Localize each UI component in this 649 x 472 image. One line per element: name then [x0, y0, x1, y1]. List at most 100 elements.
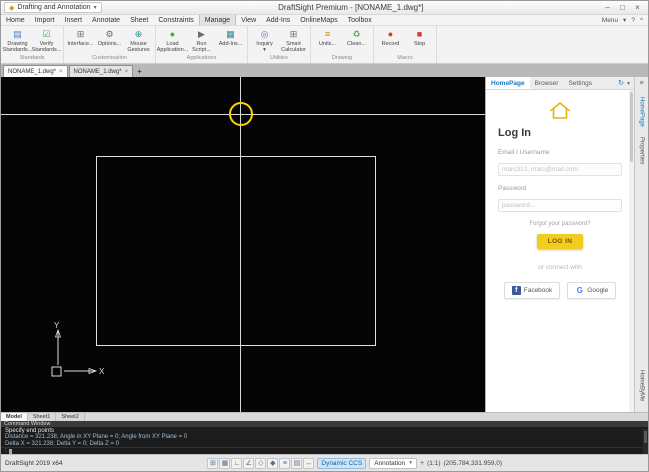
- stop-icon: ■: [416, 29, 423, 39]
- palette-tab-homebyme[interactable]: HomeByMe: [639, 365, 645, 406]
- draftsight-window: ◆ Drafting and Annotation ▾ DraftSight P…: [0, 0, 649, 472]
- menu-insert[interactable]: Insert: [60, 15, 88, 25]
- chevron-down-icon[interactable]: ▾: [627, 80, 630, 87]
- ribbon: ▤ Drawing Standards... ☑ Verify Standard…: [1, 26, 648, 64]
- doc-tab-2[interactable]: NONAME_1.dwg* ×: [68, 65, 134, 77]
- chevron-down-icon[interactable]: ▾: [623, 16, 626, 24]
- menu-addins[interactable]: Add-Ins: [261, 15, 295, 25]
- help-icon[interactable]: ?: [631, 17, 635, 24]
- close-button[interactable]: ×: [630, 3, 645, 12]
- text-cursor: [8, 448, 12, 454]
- menu-onlinemaps[interactable]: OnlineMaps: [295, 15, 342, 25]
- menu-view[interactable]: View: [236, 15, 261, 25]
- units-button[interactable]: ≡ Units...: [313, 27, 342, 48]
- collapse-ribbon-icon[interactable]: ^: [640, 17, 643, 24]
- clean-button[interactable]: ♻ Clean...: [342, 27, 371, 48]
- panel-scrollbar[interactable]: [629, 90, 634, 412]
- menu-constraints[interactable]: Constraints: [153, 15, 198, 25]
- ribbon-group-standards: ▤ Drawing Standards... ☑ Verify Standard…: [1, 26, 64, 63]
- close-icon[interactable]: ×: [59, 69, 63, 75]
- command-scrollbar[interactable]: [643, 429, 648, 454]
- snap-icon[interactable]: ⊞: [207, 457, 219, 469]
- palette-tab-homepage[interactable]: HomePage: [639, 92, 645, 132]
- palette-tab-properties[interactable]: Properties: [639, 132, 645, 169]
- sync-icon[interactable]: ↻: [618, 79, 624, 87]
- google-icon: G: [576, 286, 583, 295]
- menu-sheet[interactable]: Sheet: [125, 15, 153, 25]
- tab-sheet2[interactable]: Sheet2: [56, 413, 85, 421]
- svg-text:X: X: [99, 367, 105, 376]
- smart-calculator-button[interactable]: ⊞ Smart Calculator: [279, 27, 308, 54]
- sheet-tabs: Model Sheet1 Sheet2: [1, 412, 648, 421]
- maximize-button[interactable]: □: [615, 3, 630, 12]
- verify-standards-button[interactable]: ☑ Verify Standards...: [32, 27, 62, 54]
- titlebar: ◆ Drafting and Annotation ▾ DraftSight P…: [1, 1, 648, 15]
- add-ins-button[interactable]: ▦ Add-Ins...: [216, 27, 245, 48]
- print-style-icon[interactable]: ▤: [291, 457, 303, 469]
- stop-macro-button[interactable]: ■ Stop: [405, 27, 434, 48]
- tab-homepage[interactable]: HomePage: [486, 77, 530, 89]
- menu-home[interactable]: Home: [1, 15, 30, 25]
- tab-browser[interactable]: Browser: [530, 77, 564, 89]
- run-script-button[interactable]: ▶ Run Script...: [187, 27, 216, 54]
- menu-button[interactable]: Menu: [602, 17, 618, 24]
- run-script-icon: ▶: [198, 29, 205, 39]
- coordinates-icon: +: [420, 459, 425, 467]
- ribbon-group-macro: ● Record ■ Stop Macro: [374, 26, 437, 63]
- close-icon[interactable]: ×: [125, 69, 129, 75]
- drawing-canvas[interactable]: Y X: [1, 77, 485, 412]
- dynamic-input-icon[interactable]: ↔: [303, 457, 315, 469]
- load-application-button[interactable]: ● Load Application...: [157, 27, 189, 54]
- panel-tabs: HomePage Browser Settings ↻ ▾: [486, 77, 634, 90]
- menu-manage[interactable]: Manage: [198, 15, 237, 25]
- drawing-standards-button[interactable]: ▤ Drawing Standards...: [3, 27, 33, 54]
- ribbon-group-label: Standards: [19, 55, 45, 61]
- email-label: Email / Username: [498, 149, 550, 156]
- ribbon-group-applications: ● Load Application... ▶ Run Script... ▦ …: [156, 26, 248, 63]
- menu-toolbox[interactable]: Toolbox: [343, 15, 377, 25]
- annotation-scale-dropdown[interactable]: Annotation ▾: [369, 457, 418, 469]
- units-icon: ≡: [324, 29, 331, 39]
- google-login-button[interactable]: G Google: [567, 282, 617, 299]
- command-prompt[interactable]: :: [1, 447, 648, 454]
- chevron-down-icon: ▾: [409, 460, 413, 466]
- menu-import[interactable]: Import: [30, 15, 60, 25]
- mouse-gestures-button[interactable]: ⊕ Mouse Gestures: [124, 27, 153, 54]
- options-button[interactable]: ⚙ Options...: [95, 27, 124, 48]
- login-form: Log In Email / Username Password Forgot …: [486, 90, 634, 412]
- minimize-button[interactable]: –: [600, 3, 615, 12]
- dynamic-ccs-toggle[interactable]: Dynamic CCS: [317, 457, 367, 469]
- clean-icon: ♻: [352, 29, 361, 39]
- tab-model[interactable]: Model: [1, 413, 28, 421]
- ribbon-group-label: Utilities: [270, 55, 288, 61]
- ribbon-group-label: Drawing: [331, 55, 353, 61]
- password-label: Password: [498, 185, 527, 192]
- ribbon-group-label: Macro: [397, 55, 413, 61]
- record-macro-button[interactable]: ● Record: [376, 27, 405, 48]
- new-tab-button[interactable]: +: [134, 66, 145, 77]
- coordinates-readout: (205.784,331.959,0): [443, 459, 503, 467]
- interface-button[interactable]: ⊞ Interface...: [66, 27, 95, 48]
- mouse-gestures-icon: ⊕: [134, 29, 143, 39]
- password-field[interactable]: [498, 199, 622, 212]
- email-field[interactable]: [498, 163, 622, 176]
- ortho-icon[interactable]: ∟: [231, 457, 243, 469]
- workspace-dropdown[interactable]: ◆ Drafting and Annotation ▾: [4, 2, 102, 13]
- tab-settings[interactable]: Settings: [563, 77, 597, 89]
- lineweight-icon[interactable]: ≡: [279, 457, 291, 469]
- login-title: Log In: [498, 127, 531, 139]
- inquiry-button[interactable]: ◎ Inquiry ▾: [250, 27, 279, 54]
- polar-icon[interactable]: ∠: [243, 457, 255, 469]
- etrack-icon[interactable]: ◆: [267, 457, 279, 469]
- login-button[interactable]: LOG IN: [536, 234, 584, 249]
- menu-annotate[interactable]: Annotate: [87, 15, 125, 25]
- forgot-password-link[interactable]: Forgot your password?: [498, 221, 622, 227]
- ribbon-group-utilities: ◎ Inquiry ▾ ⊞ Smart Calculator Utilities: [248, 26, 311, 63]
- tab-sheet1[interactable]: Sheet1: [28, 413, 57, 421]
- palette-menu-icon[interactable]: ≡: [639, 80, 643, 87]
- grid-icon[interactable]: ▦: [219, 457, 231, 469]
- facebook-login-button[interactable]: f Facebook: [503, 282, 561, 299]
- load-application-icon: ●: [169, 29, 176, 39]
- esnap-icon[interactable]: ◇: [255, 457, 267, 469]
- doc-tab-1[interactable]: NONAME_1.dwg* ×: [3, 65, 68, 77]
